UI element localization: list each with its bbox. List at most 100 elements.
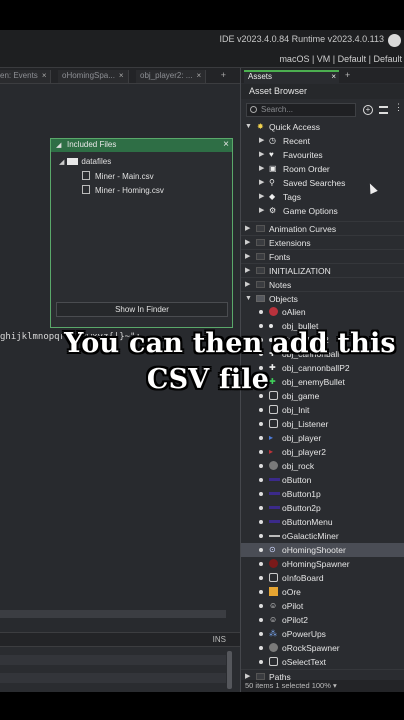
expand-icon[interactable]: ▶ [245,670,253,680]
asset-label: Saved Searches [283,178,346,188]
object-item[interactable]: obj_rock [241,459,404,473]
bullet-dot-icon [259,478,263,482]
datafiles-folder[interactable]: ◢ datafiles [59,157,111,166]
object-item[interactable]: oRockSpawner [241,641,404,655]
add-asset-icon[interactable]: + [363,105,373,115]
red-alien-icon [269,307,278,316]
account-icon[interactable] [388,34,401,47]
expand-icon[interactable]: ▶ [245,264,253,278]
object-item[interactable]: oButton1p [241,487,404,501]
close-icon[interactable]: × [223,139,229,150]
expand-icon[interactable]: ▶ [245,222,253,236]
file-item[interactable]: Miner - Homing.csv [82,185,164,195]
expand-icon[interactable]: ▶ [245,236,253,250]
tab-ohomingspawner[interactable]: oHomingSpa... × [58,70,129,83]
object-item[interactable]: ▸ obj_player [241,431,404,445]
caption-line-1: You can then add this [64,328,396,359]
tag-icon: ◆ [269,192,276,201]
object-item[interactable]: ☺ oPilot [241,599,404,613]
expand-icon[interactable]: ▶ [259,204,267,218]
add-tab-button[interactable]: + [345,70,350,80]
object-item[interactable]: oButton [241,473,404,487]
asset-label: obj_Listener [282,419,329,429]
object-item[interactable]: ▸ obj_player2 [241,445,404,459]
title-bar: IDE v2023.4.0.84 Runtime v2023.4.0.113 [0,30,404,52]
tab-events[interactable]: en: Events × [0,70,52,83]
expand-icon[interactable]: ▶ [245,278,253,292]
collapse-icon[interactable]: ▼ [245,292,253,306]
expand-icon[interactable]: ▶ [259,162,267,176]
target-selector[interactable]: macOS | VM | Default | Default [279,54,402,64]
close-icon[interactable]: × [196,71,201,80]
file-item[interactable]: Miner - Main.csv [82,171,154,181]
asset-label: oHomingShooter [282,545,346,555]
add-tab-button[interactable]: + [221,70,226,80]
quick-access-item[interactable]: ▶ ◆ Tags [241,190,404,204]
bullet-dot-icon [259,450,263,454]
expand-icon[interactable]: ◢ [59,159,64,166]
object-item[interactable]: oSelectText [241,655,404,669]
star-icon: ✸ [257,122,264,131]
button-bar-icon [269,506,280,509]
search-icon [250,106,257,113]
bullet-dot-icon [259,422,263,426]
expand-icon[interactable]: ▶ [245,250,253,264]
bullet-dot-icon [259,590,263,594]
quick-access-item[interactable]: ▶ ◷ Recent [241,134,404,148]
close-icon[interactable]: × [119,71,124,80]
object-item[interactable]: ☺ oPilot2 [241,613,404,627]
expand-icon[interactable]: ▶ [259,134,267,148]
object-item[interactable]: oInfoBoard [241,571,404,585]
quick-access-item[interactable]: ▶ ⚲ Saved Searches [241,176,404,190]
asset-group-item[interactable]: ▶ Notes [241,277,404,291]
search-input[interactable]: Search... [246,103,356,117]
object-item[interactable]: ⊙ oHomingShooter [241,543,404,557]
expand-icon[interactable]: ▶ [259,190,267,204]
object-item[interactable]: obj_Init [241,403,404,417]
asset-label: Notes [269,280,292,290]
object-item[interactable]: oOre [241,585,404,599]
asset-label: obj_rock [282,461,315,471]
objects-group[interactable]: ▼ Objects [241,291,404,305]
asset-group-item[interactable]: ▶ Fonts [241,249,404,263]
close-icon[interactable]: × [42,71,47,80]
included-files-dialog: ◢ Included Files × ◢ datafiles Miner - Ma… [50,138,233,328]
collapse-icon[interactable]: ▼ [245,120,253,134]
collapse-icon[interactable]: ◢ [56,141,61,149]
asset-tabs: Assets × + [241,68,404,83]
quick-access-group[interactable]: ▼ ✸ Quick Access [241,120,404,134]
asset-label: oPilot2 [282,615,308,625]
expand-icon[interactable]: ▶ [259,148,267,162]
more-menu-icon[interactable]: ⋮ [394,103,403,115]
object-item[interactable]: oGalacticMiner [241,529,404,543]
asset-group-item[interactable]: ▶ Extensions [241,235,404,249]
list-view-icon[interactable] [379,106,388,114]
paths-group[interactable]: ▶ Paths [241,669,404,680]
dialog-title-bar[interactable]: ◢ Included Files × [51,139,232,152]
quick-access-item[interactable]: ▶ ♥ Favourites [241,148,404,162]
object-item[interactable]: ⁂ oPowerUps [241,627,404,641]
asset-group-item[interactable]: ▶ INITIALIZATION [241,263,404,277]
object-item[interactable]: oButton2p [241,501,404,515]
show-in-finder-button[interactable]: Show In Finder [56,302,228,317]
vertical-scrollbar[interactable] [227,651,232,689]
asset-label: oInfoBoard [282,573,324,583]
quick-access-item[interactable]: ▶ ▣ Room Order [241,162,404,176]
tab-obj-player2[interactable]: obj_player2: ... × [136,70,207,83]
object-item[interactable]: obj_Listener [241,417,404,431]
object-item[interactable]: oHomingSpawner [241,557,404,571]
blank-object-icon [269,657,278,666]
asset-tree: ▼ ✸ Quick Access ▶ ◷ Recent ▶ ♥ Favourites ▶ ▣ Room… [241,120,404,680]
asset-label: oGalacticMiner [282,531,339,541]
folder-label: datafiles [81,157,112,166]
tab-assets[interactable]: Assets × [244,70,339,83]
quick-access-item[interactable]: ▶ ⚙ Game Options [241,204,404,218]
folder-icon [256,225,265,232]
close-icon[interactable]: × [331,72,336,81]
horizontal-scrollbar[interactable] [0,610,226,618]
object-item[interactable]: oAlien [241,305,404,319]
expand-icon[interactable]: ▶ [259,176,267,190]
file-icon [82,185,90,194]
object-item[interactable]: oButtonMenu [241,515,404,529]
asset-group-item[interactable]: ▶ Animation Curves [241,221,404,235]
